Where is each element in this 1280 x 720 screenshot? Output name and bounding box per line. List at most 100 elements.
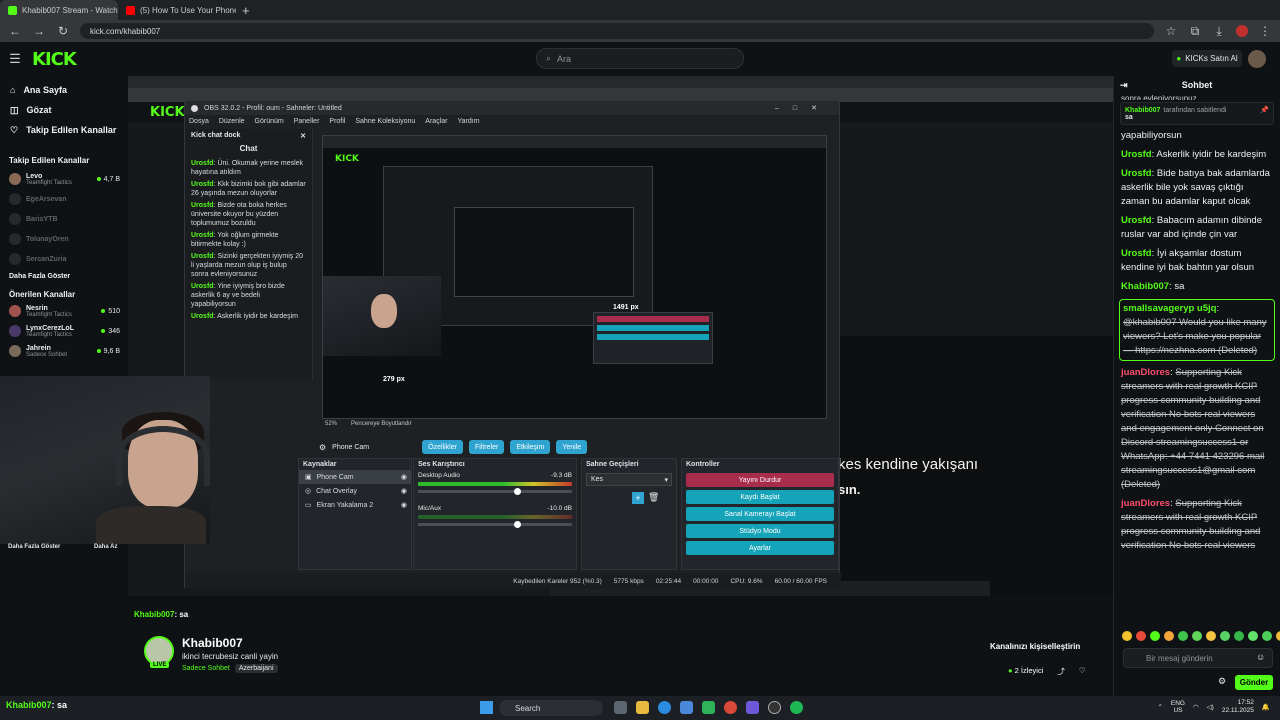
download-icon[interactable]: ⤓ — [1212, 24, 1226, 39]
followed-channel-offline[interactable]: EgeArsevan — [0, 189, 128, 209]
spotify-icon[interactable] — [790, 701, 803, 714]
opera-icon[interactable] — [724, 701, 737, 714]
chat-settings-icon[interactable]: ⚙ — [1218, 676, 1226, 687]
pinned-message[interactable]: Khabib007 tarafından sabitlendi 📌 sa — [1120, 102, 1274, 125]
studio-mode-button[interactable]: Stüdyo Modu — [686, 524, 834, 538]
emote-icon[interactable] — [1136, 631, 1146, 641]
followed-channel-offline[interactable]: TolunayOren — [0, 229, 128, 249]
share-icon[interactable]: ⤴ — [1057, 666, 1065, 677]
menu-dots-icon[interactable]: ⋮ — [1258, 24, 1272, 38]
emote-icon[interactable] — [1122, 631, 1132, 641]
notification-bell-icon[interactable]: 🔔 — [1262, 703, 1270, 711]
chat-message[interactable]: Urosfd: Bide batıya bak adamlarda askerl… — [1114, 167, 1280, 209]
chrome-icon[interactable] — [658, 701, 671, 714]
taskbar-search[interactable]: Search — [499, 700, 603, 716]
task-view-icon[interactable] — [614, 701, 627, 714]
trash-icon[interactable]: 🗑 — [648, 492, 659, 504]
zoom-level[interactable]: 52% — [325, 421, 337, 427]
chat-message[interactable]: juanDlores: Supporting Kick streamers wi… — [1114, 497, 1280, 549]
gear-icon[interactable]: ⚙ — [319, 443, 326, 452]
follow-icon[interactable]: ♡ — [1079, 666, 1086, 677]
nav-browse[interactable]: ◫ Gözat — [0, 100, 128, 120]
chat-message[interactable]: juanDlores: Supporting Kick streamers wi… — [1114, 366, 1280, 492]
volume-slider[interactable] — [418, 488, 572, 495]
menu-view[interactable]: Görünüm — [255, 118, 284, 125]
wifi-icon[interactable]: ◠ — [1193, 703, 1199, 711]
chat-username[interactable]: Urosfd — [1121, 149, 1152, 160]
source-item[interactable]: ◎ Chat Overlay ◉ — [299, 484, 411, 498]
chat-message[interactable]: smallsavageryp u5jq: @khabib007 Would yo… — [1119, 299, 1275, 361]
source-item[interactable]: ▭ Ekran Yakalama 2 ◉ — [299, 498, 411, 512]
streamer-name[interactable]: Khabib007 — [182, 636, 243, 650]
pin-icon[interactable]: 📌 — [1260, 106, 1269, 114]
refresh-button[interactable]: Yenile — [556, 440, 588, 454]
kick-logo[interactable]: KICK — [32, 49, 77, 70]
obs-preview[interactable]: KICK 1491 px 279 px — [322, 135, 827, 419]
chat-username[interactable]: juanDlores — [1121, 367, 1170, 378]
extensions-icon[interactable]: ⧉ — [1188, 24, 1202, 39]
chat-username[interactable]: Urosfd — [1121, 215, 1152, 226]
eye-icon[interactable]: ◉ — [401, 501, 407, 509]
language-indicator[interactable]: ENG US — [1171, 700, 1185, 714]
language-tag[interactable]: Azerbaijani — [234, 664, 278, 673]
chat-message[interactable]: Khabib007: sa — [1114, 280, 1280, 294]
emote-icon[interactable] — [1234, 631, 1244, 641]
emote-icon[interactable] — [1206, 631, 1216, 641]
slider-handle[interactable] — [514, 488, 521, 495]
recommended-channel-lynx[interactable]: LynxCerezLoL Teamfight Tactics 346 — [0, 321, 128, 341]
properties-button[interactable]: Özellikler — [422, 440, 463, 454]
add-icon[interactable]: + — [632, 492, 644, 504]
settings-button[interactable]: Ayarlar — [686, 541, 834, 555]
menu-edit[interactable]: Düzenle — [219, 118, 245, 125]
chat-message[interactable]: Urosfd: Babacım adamın dibinde ruslar va… — [1114, 214, 1280, 242]
emoji-icon[interactable]: ☺ — [1256, 652, 1265, 662]
file-explorer-icon[interactable] — [636, 701, 649, 714]
close-icon[interactable]: ✕ — [300, 132, 306, 140]
chat-message[interactable]: yapabiliyorsun — [1114, 129, 1280, 143]
chat-username[interactable]: Urosfd — [1121, 168, 1152, 179]
browser-tab-kick[interactable]: Khabib007 Stream - Watch Live ✕ — [0, 0, 118, 20]
start-recording-button[interactable]: Kaydı Başlat — [686, 490, 834, 504]
collapse-chat-icon[interactable]: ⇥ — [1120, 80, 1128, 91]
menu-profile[interactable]: Profil — [329, 118, 345, 125]
followed-channel-offline[interactable]: SercanZuria — [0, 249, 128, 269]
new-tab-button[interactable]: + — [236, 3, 256, 18]
emote-icon[interactable] — [1192, 631, 1202, 641]
filters-button[interactable]: Filtreler — [468, 440, 505, 454]
chat-message[interactable]: Urosfd: İyi akşamlar dostum kendine iyi … — [1114, 247, 1280, 275]
start-virtual-camera-button[interactable]: Sanal Kamerayı Başlat — [686, 507, 834, 521]
bookmark-star-icon[interactable]: ☆ — [1164, 24, 1178, 38]
source-item[interactable]: ▣ Phone Cam ◉ — [299, 470, 411, 484]
windows-start-icon[interactable] — [480, 701, 493, 714]
emote-icon[interactable] — [1262, 631, 1272, 641]
back-icon[interactable]: ← — [8, 24, 22, 38]
volume-icon[interactable]: ◁) — [1207, 703, 1214, 711]
resize-label[interactable]: Pencereye Boyutlandır — [351, 421, 412, 427]
browser-tab-youtube[interactable]: (5) How To Use Your Phone as a ✕ — [118, 0, 236, 20]
chat-username[interactable]: smallsavageryp u5jq — [1123, 303, 1216, 314]
menu-docks[interactable]: Paneller — [294, 118, 320, 125]
menu-help[interactable]: Yardım — [457, 118, 479, 125]
eye-icon[interactable]: ◉ — [401, 473, 407, 481]
url-field[interactable]: kick.com/khabib007 — [80, 23, 1154, 39]
emote-icon[interactable] — [1164, 631, 1174, 641]
forward-icon[interactable]: → — [32, 24, 46, 38]
window-controls[interactable]: –□✕ — [775, 104, 831, 112]
stream-category[interactable]: Sadece Sohbet — [182, 665, 230, 672]
recommended-channel-jahrein[interactable]: Jahrein Sadece Sohbet 9,6 B — [0, 341, 128, 361]
buy-kicks-button[interactable]: ● KICKs Satın Al — [1172, 50, 1242, 67]
eye-icon[interactable]: ◉ — [401, 487, 407, 495]
volume-slider[interactable] — [418, 521, 572, 528]
emote-icon[interactable] — [1150, 631, 1160, 641]
search-input[interactable]: ⌕ Ara — [536, 48, 744, 69]
emote-icon[interactable] — [1220, 631, 1230, 641]
transition-select[interactable]: Kes ▾ — [586, 473, 672, 486]
profile-icon[interactable] — [1236, 25, 1248, 37]
obs-taskbar-icon[interactable] — [768, 701, 781, 714]
interact-button[interactable]: Etkileşim — [510, 440, 551, 454]
hamburger-menu-icon[interactable]: ☰ — [8, 51, 22, 67]
emote-icon[interactable] — [1248, 631, 1258, 641]
reload-icon[interactable]: ↻ — [56, 24, 70, 38]
send-button[interactable]: Gönder — [1235, 675, 1273, 690]
chat-username[interactable]: juanDlores — [1121, 498, 1170, 509]
